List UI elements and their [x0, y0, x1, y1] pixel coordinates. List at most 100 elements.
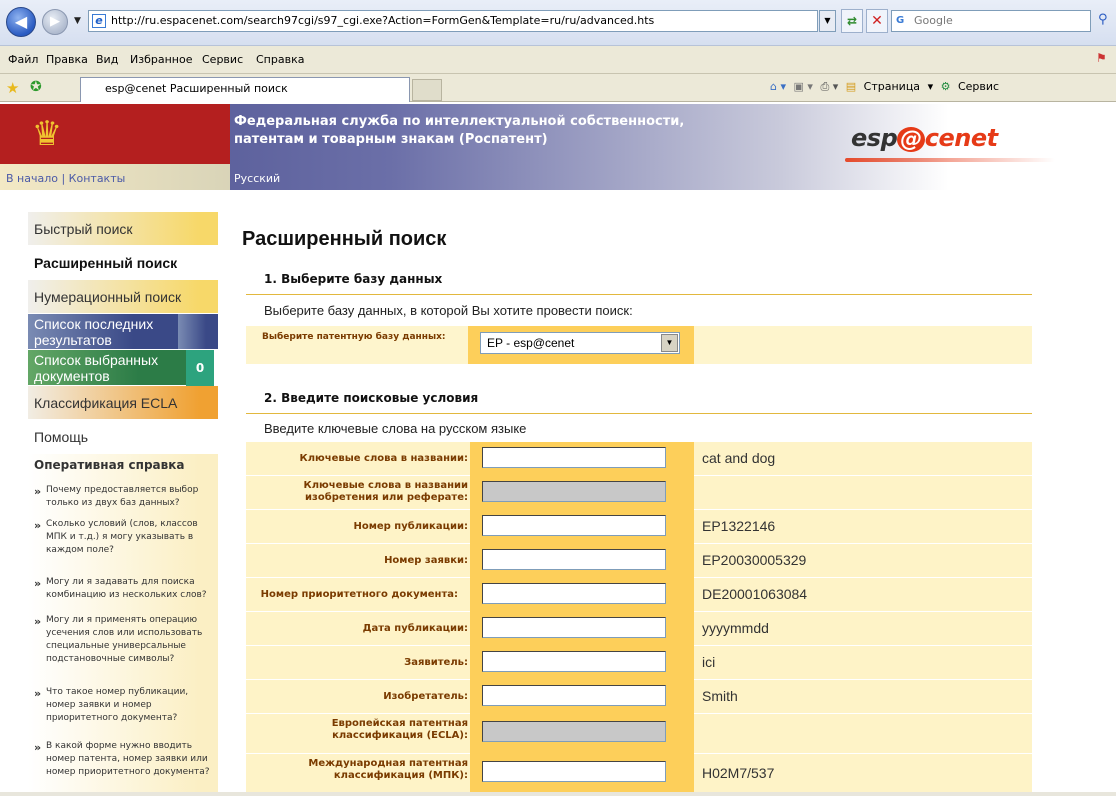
menu-file[interactable]: Файл — [8, 53, 38, 66]
field-label: Номер заявки: — [384, 555, 468, 566]
logo-esp: esp — [851, 124, 898, 152]
help-question[interactable]: » Могу ли я задавать для поиска комбинаци… — [34, 576, 214, 602]
address-dropdown-button[interactable]: ▼ — [819, 10, 836, 32]
menu-help[interactable]: Справка — [256, 53, 304, 66]
page-icon: ▤ — [845, 80, 857, 93]
header-links[interactable]: В начало | Контакты — [0, 164, 230, 190]
stop-button[interactable]: ✕ — [866, 9, 888, 33]
section-search-title: 2. Введите поисковые условия — [264, 391, 479, 405]
search-go-icon[interactable]: ⚲ — [1098, 12, 1116, 30]
help-question-text[interactable]: В какой форме нужно вводить номер патент… — [46, 741, 210, 777]
inventor-input[interactable] — [482, 685, 666, 706]
form-row-publication-number: Номер публикации: EP1322146 — [246, 510, 1032, 544]
help-question[interactable]: » Могу ли я применять операцию усечения с… — [34, 614, 214, 666]
menu-view[interactable]: Вид — [96, 53, 118, 66]
field-label: Номер публикации: — [353, 521, 468, 532]
chevron-down-icon[interactable]: ▼ — [661, 334, 678, 352]
print-icon[interactable]: ⎙ ▾ — [820, 80, 838, 93]
sidebar-item-last-results[interactable]: Список последних результатов — [28, 314, 178, 350]
menu-tools[interactable]: Сервис — [202, 53, 243, 66]
field-label: Заявитель: — [404, 657, 468, 668]
database-select[interactable]: EP - esp@cenet ▼ — [480, 332, 680, 354]
ecla-input[interactable] — [482, 721, 666, 742]
command-bar: ⌂ ▾ ▣ ▾ ⎙ ▾ ▤ Страница ▾ ⚙ Сервис — [770, 80, 1003, 94]
field-label: Ключевые слова в названии: — [299, 453, 468, 464]
espacenet-logo: esp @ cenet — [851, 124, 998, 152]
feeds-icon[interactable]: ▣ ▾ — [794, 80, 813, 93]
help-question-text[interactable]: Могу ли я применять операцию усечения сл… — [46, 615, 202, 664]
form-row-publication-date: Дата публикации: yyyymmdd — [246, 612, 1032, 646]
status-bar — [0, 792, 1116, 796]
field-example: ici — [702, 654, 716, 670]
ipc-input[interactable] — [482, 761, 666, 782]
help-question[interactable]: » Почему предоставляется выбор только из … — [34, 484, 214, 510]
logo-at: @ — [897, 127, 925, 152]
forward-button[interactable]: ▶ — [42, 9, 68, 35]
form-row-applicant: Заявитель: ici — [246, 646, 1032, 680]
form-row-title-keywords: Ключевые слова в названии: cat and dog — [246, 442, 1032, 476]
tab-bar: ★ ✪ esp@cenet Расширенный поиск ⌂ ▾ ▣ ▾ … — [0, 74, 1116, 102]
database-label: Выберите патентную базу данных: — [262, 332, 446, 342]
field-label: Ключевые слова в названии изобретения ил… — [303, 480, 468, 503]
selected-count-badge: 0 — [186, 350, 214, 386]
form-row-ecla: Европейская патентная классификация (ECL… — [246, 714, 1032, 754]
help-question[interactable]: » В какой форме нужно вводить номер патен… — [34, 740, 214, 779]
address-bar[interactable]: http://ru.espacenet.com/search97cgi/s97_… — [88, 10, 818, 32]
form-row-title-abstract-keywords: Ключевые слова в названии изобретения ил… — [246, 476, 1032, 510]
sidebar-item-quick-search[interactable]: Быстрый поиск — [28, 212, 218, 246]
field-label: Дата публикации: — [362, 623, 468, 634]
help-question-text[interactable]: Могу ли я задавать для поиска комбинацию… — [46, 577, 207, 600]
applicant-input[interactable] — [482, 651, 666, 672]
database-select-value: EP - esp@cenet — [487, 336, 575, 350]
field-example: DE20001063084 — [702, 586, 808, 602]
field-label: Номер приоритетного документа: — [260, 589, 458, 600]
help-question-text[interactable]: Сколько условий (слов, классов МПК и т.д… — [46, 519, 198, 555]
arrow-icon: » — [34, 615, 42, 628]
menu-favorites[interactable]: Избранное — [130, 53, 192, 66]
field-example: EP20030005329 — [702, 552, 807, 568]
page-title: Расширенный поиск — [242, 228, 447, 250]
ie-page-icon: e — [92, 14, 106, 28]
section-database-subtitle: Выберите базу данных, в которой Вы хотит… — [264, 303, 633, 318]
menu-edit[interactable]: Правка — [46, 53, 88, 66]
history-dropdown-icon[interactable]: ▼ — [74, 16, 81, 26]
add-favorites-icon[interactable]: ✪ — [30, 79, 42, 95]
sidebar-item-help[interactable]: Помощь — [28, 420, 218, 454]
publication-number-input[interactable] — [482, 515, 666, 536]
language-link[interactable]: Русский — [234, 172, 280, 185]
help-question[interactable]: » Сколько условий (слов, классов МПК и т.… — [34, 518, 214, 557]
form-row-priority-number: Номер приоритетного документа: DE20001063… — [246, 578, 1032, 612]
help-question[interactable]: » Что такое номер публикации, номер заявк… — [34, 686, 214, 725]
sidebar-item-number-search[interactable]: Нумерационный поиск — [28, 280, 218, 314]
title-abstract-keywords-input[interactable] — [482, 481, 666, 502]
priority-number-input[interactable] — [482, 583, 666, 604]
field-example: H02M7/537 — [702, 765, 775, 781]
windows-flag-icon: ⚑ — [1096, 51, 1107, 65]
last-results-fill — [178, 314, 218, 350]
new-tab-button[interactable] — [412, 79, 442, 101]
title-keywords-input[interactable] — [482, 447, 666, 468]
menu-bar: Файл Правка Вид Избранное Сервис Справка… — [0, 46, 1116, 74]
form-row-application-number: Номер заявки: EP20030005329 — [246, 544, 1032, 578]
home-icon[interactable]: ⌂ ▾ — [770, 80, 786, 93]
sidebar-item-selected-documents[interactable]: Список выбранных документов — [28, 350, 186, 386]
section-divider — [246, 294, 1032, 295]
field-label: Европейская патентная классификация (ECL… — [331, 718, 468, 741]
sidebar-item-ecla[interactable]: Классификация ECLA — [28, 386, 218, 420]
favorites-star-icon[interactable]: ★ — [6, 79, 19, 97]
back-button[interactable]: ◀ — [6, 7, 36, 37]
page-menu-button[interactable]: Страница — [864, 80, 920, 93]
refresh-button[interactable]: ⇄ — [841, 9, 863, 33]
tab-current[interactable]: esp@cenet Расширенный поиск — [80, 77, 410, 102]
search-input[interactable]: Google — [891, 10, 1091, 32]
coat-of-arms-icon: ♛ — [31, 114, 63, 154]
publication-date-input[interactable] — [482, 617, 666, 638]
help-question-text[interactable]: Почему предоставляется выбор только из д… — [46, 485, 198, 508]
application-number-input[interactable] — [482, 549, 666, 570]
help-question-text[interactable]: Что такое номер публикации, номер заявки… — [46, 687, 188, 723]
field-example: cat and dog — [702, 450, 776, 466]
field-label: Международная патентная классификация (М… — [308, 758, 468, 781]
tools-menu-button[interactable]: Сервис — [958, 80, 999, 93]
sidebar-item-advanced-search[interactable]: Расширенный поиск — [28, 246, 218, 280]
page-menu-chevron-icon[interactable]: ▾ — [928, 80, 934, 93]
